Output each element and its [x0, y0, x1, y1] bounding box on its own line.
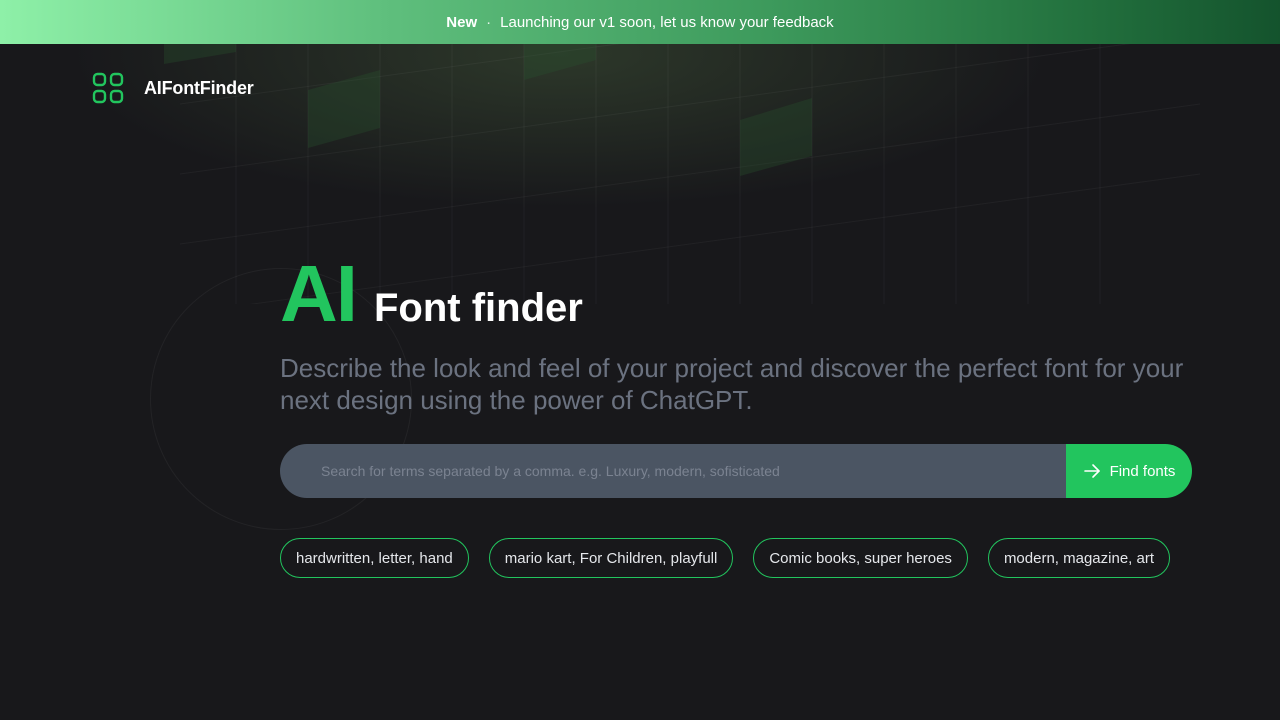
- suggestion-chips: hardwritten, letter, hand mario kart, Fo…: [280, 538, 1171, 578]
- new-badge: New: [446, 13, 478, 31]
- page-title: AI Font finder: [280, 252, 1200, 336]
- banner-message: Launching our v1 soon, let us know your …: [500, 13, 834, 31]
- suggestion-chip[interactable]: modern, magazine, art: [987, 538, 1171, 578]
- hero-subtitle: Describe the look and feel of your proje…: [280, 353, 1184, 415]
- title-rest: Font finder: [374, 286, 583, 330]
- logo-link[interactable]: AIFontFinder: [92, 72, 254, 104]
- suggestion-chip[interactable]: Comic books, super heroes: [753, 538, 968, 578]
- site-header: AIFontFinder: [92, 72, 254, 104]
- brand-name: AIFontFinder: [144, 77, 254, 98]
- arrow-right-icon: [1083, 464, 1100, 478]
- banner-separator: ·: [486, 13, 492, 31]
- hero-section: AI Font finder Describe the look and fee…: [280, 252, 1200, 416]
- page: New · Launching our v1 soon, let us know…: [0, 0, 1280, 720]
- find-fonts-label: Find fonts: [1109, 462, 1176, 480]
- announcement-banner[interactable]: New · Launching our v1 soon, let us know…: [0, 0, 1280, 44]
- title-accent: AI: [280, 249, 358, 338]
- search-input[interactable]: [280, 444, 1066, 498]
- suggestion-chip[interactable]: mario kart, For Children, playfull: [488, 538, 734, 578]
- suggestion-chip[interactable]: hardwritten, letter, hand: [280, 538, 469, 578]
- search-bar: Find fonts: [280, 444, 1192, 498]
- four-squares-icon: [92, 72, 124, 104]
- find-fonts-button[interactable]: Find fonts: [1066, 444, 1192, 498]
